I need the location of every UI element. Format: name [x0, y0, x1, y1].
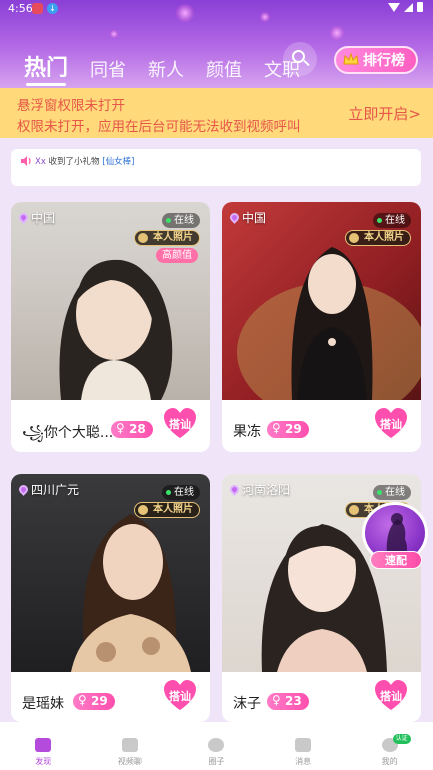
- bokeh-decoration: [330, 26, 344, 40]
- bottom-navigation: 发现 视频聊 圈子 消息 认证 我的: [0, 722, 433, 770]
- notice-title: 悬浮窗权限未打开: [17, 98, 125, 114]
- verified-photo-badge: 本人照片: [134, 502, 200, 518]
- home-icon: [35, 738, 52, 752]
- header: 4:56 ↓ 热门 同省 新人 颜值 文职 排行榜: [0, 0, 433, 88]
- ticker-text: 收到了小礼物: [45, 157, 103, 167]
- nav-label: 视频聊: [117, 757, 142, 766]
- nav-label: 发现: [35, 757, 52, 766]
- leaderboard-button[interactable]: 排行榜: [334, 46, 418, 74]
- bokeh-decoration: [110, 30, 118, 38]
- location-label: 中国: [17, 209, 56, 226]
- location-label: 中国: [228, 209, 267, 226]
- greet-label: 搭讪: [380, 418, 402, 431]
- greet-button[interactable]: 搭讪: [163, 407, 197, 441]
- download-icon: ↓: [47, 3, 58, 14]
- leaderboard-label: 排行榜: [363, 53, 405, 69]
- status-time: 4:56: [8, 2, 33, 15]
- ticker-message: Xx 收到了小礼物 [仙女棒]: [35, 155, 134, 167]
- location-pin-icon: [228, 211, 241, 224]
- user-name: 果冻: [233, 424, 261, 440]
- location-label: 四川广元: [17, 481, 80, 498]
- battery-icon: [417, 2, 423, 12]
- nav-label: 我的: [381, 757, 398, 766]
- online-status: 在线: [373, 485, 411, 500]
- verification-badge: 认证: [392, 734, 411, 744]
- search-icon-handle: [303, 59, 310, 67]
- user-card[interactable]: 四川广元 在线 本人照片 是瑶妹 29 搭讪: [11, 474, 210, 722]
- greet-label: 搭讪: [169, 690, 191, 703]
- status-icons: [388, 2, 423, 12]
- gender-age-badge: 28: [111, 420, 153, 438]
- ticker-gift: [仙女棒]: [102, 157, 135, 167]
- app-notification-icon: [32, 3, 43, 14]
- nav-profile[interactable]: 认证 我的: [346, 722, 433, 770]
- status-bar: 4:56 ↓: [0, 0, 433, 18]
- nav-discover[interactable]: 发现: [0, 722, 87, 770]
- nav-label: 消息: [295, 757, 312, 766]
- speed-match-button[interactable]: 速配: [362, 502, 430, 574]
- tab-same-province[interactable]: 同省: [90, 56, 126, 82]
- user-name: ꧁你个大聪...: [22, 425, 114, 441]
- greet-label: 搭讪: [380, 690, 402, 703]
- crown-icon: [343, 52, 359, 65]
- nav-video-chat[interactable]: 视频聊: [87, 722, 174, 770]
- greet-label: 搭讪: [169, 418, 191, 431]
- user-card[interactable]: 中国 在线 本人照片 高颜值 ꧁你个大聪... 28 搭讪: [11, 202, 210, 452]
- video-icon: [121, 738, 138, 752]
- nav-label: 圈子: [208, 757, 225, 766]
- user-name: 沫子: [233, 696, 261, 712]
- location-pin-icon: [17, 211, 30, 224]
- location-text: 中国: [31, 211, 56, 225]
- online-status: 在线: [162, 213, 200, 228]
- wifi-icon: [388, 2, 400, 12]
- tab-hot[interactable]: 热门: [24, 50, 68, 86]
- online-status: 在线: [162, 485, 200, 500]
- search-button[interactable]: [283, 42, 317, 76]
- gender-age-badge: 29: [267, 420, 309, 438]
- gender-age-badge: 23: [267, 692, 309, 710]
- ticker-user: Xx: [35, 157, 46, 167]
- notice-description: 权限未打开，应用在后台可能无法收到视频呼叫: [17, 119, 301, 135]
- verified-photo-badge: 本人照片: [345, 230, 411, 246]
- category-tabs: 热门 同省 新人 颜值 文职: [0, 42, 330, 86]
- permission-notice: 悬浮窗权限未打开 权限未打开，应用在后台可能无法收到视频呼叫 立即开启>: [0, 88, 433, 138]
- user-name: 是瑶妹: [22, 696, 64, 712]
- location-pin-icon: [228, 483, 241, 496]
- speaker-icon: [21, 156, 31, 166]
- tab-newcomer[interactable]: 新人: [148, 56, 184, 82]
- circle-icon: [208, 738, 225, 752]
- tab-looks[interactable]: 颜值: [206, 56, 242, 82]
- verified-photo-badge: 本人照片: [134, 230, 200, 246]
- message-icon: [295, 738, 312, 752]
- speed-match-label: 速配: [370, 551, 422, 569]
- online-status: 在线: [373, 213, 411, 228]
- location-pin-icon: [17, 483, 30, 496]
- gift-ticker: Xx 收到了小礼物 [仙女棒]: [11, 149, 421, 186]
- location-text: 河南洛阳: [242, 483, 291, 497]
- nav-messages[interactable]: 消息: [260, 722, 347, 770]
- location-text: 四川广元: [31, 483, 80, 497]
- gender-age-badge: 29: [73, 692, 115, 710]
- cellular-icon: [404, 2, 413, 12]
- nav-circle[interactable]: 圈子: [173, 722, 260, 770]
- enable-now-button[interactable]: 立即开启>: [348, 103, 421, 124]
- location-text: 中国: [242, 211, 267, 225]
- location-label: 河南洛阳: [228, 481, 291, 498]
- high-looks-tag: 高颜值: [156, 248, 198, 263]
- greet-button[interactable]: 搭讪: [374, 407, 408, 441]
- greet-button[interactable]: 搭讪: [374, 679, 408, 713]
- user-card[interactable]: 中国 在线 本人照片 果冻 29 搭讪: [222, 202, 421, 452]
- greet-button[interactable]: 搭讪: [163, 679, 197, 713]
